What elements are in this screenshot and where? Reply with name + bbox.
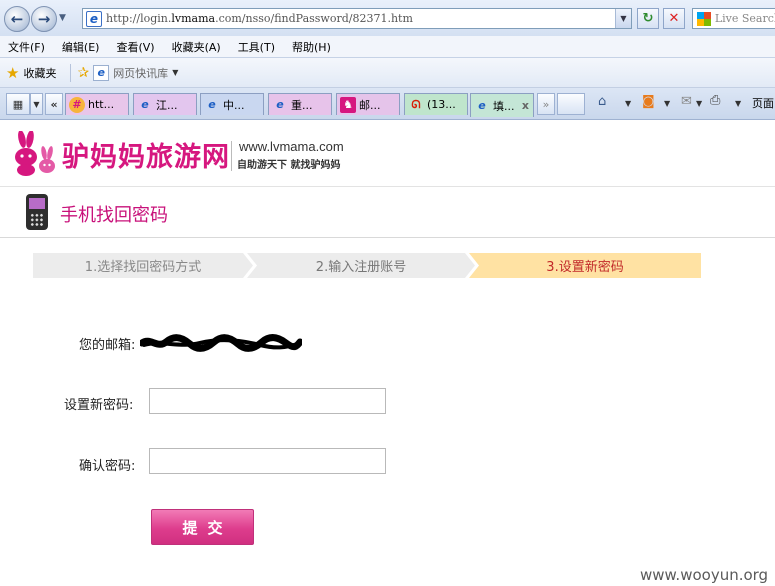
page-title: 手机找回密码 xyxy=(60,205,168,226)
tab-label: 江... xyxy=(156,98,178,112)
chevron-down-icon[interactable]: ▼ xyxy=(696,99,702,108)
menu-tools[interactable]: 工具(T) xyxy=(238,39,275,55)
tab-label: 填... xyxy=(493,99,515,113)
ie-icon: e xyxy=(141,98,149,111)
page-menu-button[interactable]: 页面 xyxy=(752,95,774,111)
ie-icon: e xyxy=(478,99,486,112)
web-slice-gallery-link[interactable]: 网页快讯库 xyxy=(113,65,168,81)
address-text[interactable]: http://login.lvmama.com/nsso/findPasswor… xyxy=(106,12,413,25)
tab-bar: ▦ ▼ « # htt... e 江... e 中... e 重... ♞ 邮.… xyxy=(0,88,775,120)
tab-1[interactable]: # htt... xyxy=(65,93,129,115)
bunny-logo-icon[interactable] xyxy=(8,131,60,177)
menu-bar: 文件(F) 编辑(E) 查看(V) 收藏夹(A) 工具(T) 帮助(H) xyxy=(0,36,775,58)
favorites-bar: ★ 收藏夹 ✰ e 网页快讯库 ▼ xyxy=(0,58,775,88)
add-favorite-icon[interactable]: ✰ xyxy=(77,65,89,81)
bunny-icon: ♞ xyxy=(340,96,356,113)
tab-label: 邮... xyxy=(359,98,381,112)
rss-feed-icon[interactable]: ◙ xyxy=(642,94,655,109)
site-url: www.lvmama.com xyxy=(239,139,344,154)
favorites-star-icon[interactable]: ★ xyxy=(6,64,19,82)
step-3-current: 3.设置新密码 xyxy=(469,253,701,278)
grid-icon: ▦ xyxy=(12,97,24,111)
tab-label: 重... xyxy=(291,98,313,112)
ie-page-icon: e xyxy=(86,10,102,27)
ie-icon: e xyxy=(208,98,216,111)
tab-list-dropdown[interactable]: ▼ xyxy=(30,93,43,115)
stop-icon: ✕ xyxy=(668,11,680,26)
submit-button[interactable]: 提交 xyxy=(151,509,254,545)
ie-icon: e xyxy=(276,98,284,111)
web-slice-icon: e xyxy=(93,64,110,81)
watermark-text: www.wooyun.org xyxy=(640,566,769,584)
step-1: 1.选择找回密码方式 xyxy=(33,253,253,278)
tab-5[interactable]: ♞ 邮... xyxy=(336,93,400,115)
menu-file[interactable]: 文件(F) xyxy=(8,39,45,55)
refresh-icon: ↻ xyxy=(642,11,654,26)
site-header: 驴妈妈旅游网 www.lvmama.com 自助游天下 就找驴妈妈 xyxy=(0,121,775,187)
step-2: 2.输入注册账号 xyxy=(247,253,475,278)
mobile-phone-icon xyxy=(26,194,48,230)
quick-tabs-button[interactable]: ▦ xyxy=(6,93,30,115)
print-icon[interactable]: ⎙ xyxy=(710,93,720,108)
tab-label: 中... xyxy=(223,98,245,112)
mail-icon[interactable]: ✉ xyxy=(681,94,692,109)
windows-logo-icon xyxy=(697,11,711,26)
confirm-password-input[interactable] xyxy=(149,448,386,474)
logo-divider xyxy=(231,141,232,171)
toolbar-divider xyxy=(70,63,72,82)
back-arrow-icon: ← xyxy=(10,10,24,28)
new-password-label: 设置新密码: xyxy=(64,398,134,413)
new-password-input[interactable] xyxy=(149,388,386,414)
menu-favorites[interactable]: 收藏夹(A) xyxy=(172,39,221,55)
stop-button[interactable]: ✕ xyxy=(663,8,685,29)
tab-4[interactable]: e 重... xyxy=(268,93,332,115)
forward-arrow-icon: → xyxy=(37,10,51,28)
tab-6[interactable]: ᘏ (13... xyxy=(404,93,468,115)
back-button[interactable]: ← xyxy=(4,6,30,32)
search-input[interactable]: Live Search xyxy=(715,12,775,25)
tab-2[interactable]: e 江... xyxy=(133,93,197,115)
menu-help[interactable]: 帮助(H) xyxy=(292,39,331,55)
browser-chrome: ← → ▼ e http://login.lvmama.com/nsso/fin… xyxy=(0,0,775,120)
address-bar[interactable]: e http://login.lvmama.com/nsso/findPassw… xyxy=(82,8,632,29)
site-logo-text[interactable]: 驴妈妈旅游网 xyxy=(62,135,230,174)
address-dropdown-icon[interactable]: ▼ xyxy=(615,9,631,28)
redacted-email-scribble xyxy=(140,334,302,352)
menu-edit[interactable]: 编辑(E) xyxy=(62,39,100,55)
favorites-button[interactable]: 收藏夹 xyxy=(23,65,56,81)
tab-scroll-left-button[interactable]: « xyxy=(45,93,63,115)
tab-7-active[interactable]: e 填... x xyxy=(470,93,534,117)
email-label: 您的邮箱: xyxy=(79,338,136,353)
forward-button[interactable]: → xyxy=(31,6,57,32)
progress-steps: 1.选择找回密码方式 2.输入注册账号 3.设置新密码 xyxy=(33,253,701,278)
page-title-bar: 手机找回密码 xyxy=(0,187,775,238)
tab-3[interactable]: e 中... xyxy=(200,93,264,115)
page-content: 驴妈妈旅游网 www.lvmama.com 自助游天下 就找驴妈妈 手机找回密码… xyxy=(0,121,775,586)
weibo-icon: ᘏ xyxy=(411,97,421,111)
confirm-password-label: 确认密码: xyxy=(79,459,136,474)
site-slogan: 自助游天下 就找驴妈妈 xyxy=(237,160,341,171)
tab-scroll-right-button[interactable]: » xyxy=(537,93,555,115)
address-toolbar: ← → ▼ e http://login.lvmama.com/nsso/fin… xyxy=(0,0,775,36)
grid-site-icon: # xyxy=(69,96,85,113)
search-box[interactable]: Live Search xyxy=(692,8,775,29)
chevron-down-icon[interactable]: ▼ xyxy=(172,68,178,77)
new-tab-button[interactable] xyxy=(557,93,585,115)
refresh-button[interactable]: ↻ xyxy=(637,8,659,29)
tab-label: (13... xyxy=(427,98,456,111)
chevron-down-icon[interactable]: ▼ xyxy=(735,99,741,108)
home-icon[interactable]: ⌂ xyxy=(598,94,606,109)
chevron-down-icon[interactable]: ▼ xyxy=(625,99,631,108)
close-tab-icon[interactable]: x xyxy=(522,99,529,112)
tab-label: htt... xyxy=(88,98,115,111)
history-dropdown-icon[interactable]: ▼ xyxy=(59,13,66,23)
chevron-down-icon[interactable]: ▼ xyxy=(664,99,670,108)
menu-view[interactable]: 查看(V) xyxy=(116,39,154,55)
chevron-down-icon: ▼ xyxy=(33,99,40,109)
